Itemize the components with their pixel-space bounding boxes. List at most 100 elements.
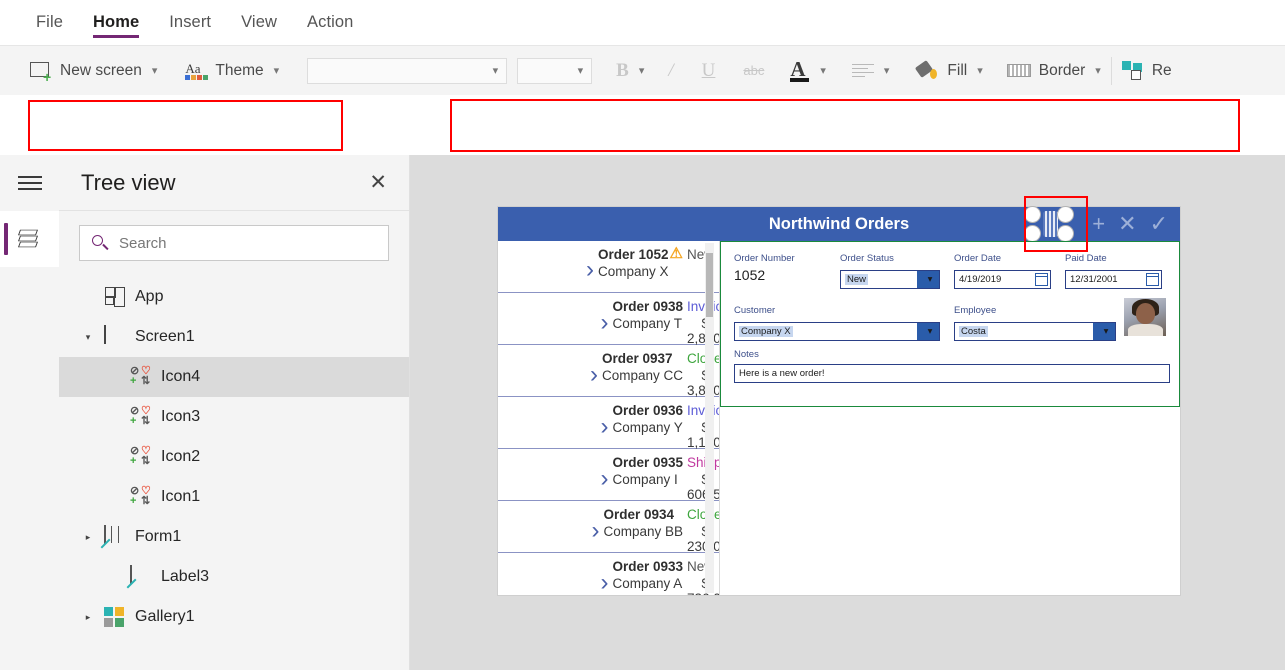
tree-node-icon1[interactable]: ⊘ ♡ + ⇅ Icon1 [59, 477, 409, 517]
tree-node-label: Icon3 [161, 408, 201, 425]
tree-node-gallery1[interactable]: ▸ Gallery1 [59, 597, 409, 637]
tree-node-label3[interactable]: Label3 [59, 557, 409, 597]
chevron-right-icon[interactable]: › [512, 257, 594, 282]
twisty-icon[interactable]: ▸ [81, 612, 95, 623]
theme-button[interactable]: Aa Theme ▾ [185, 61, 279, 81]
underline-button[interactable]: U [702, 60, 716, 82]
order-status-dropdown[interactable]: New ▾ [840, 270, 940, 289]
component-icon: ⊘ ♡ + ⇅ [130, 485, 151, 507]
app-canvas: Northwind Orders + ✕ ✓ Order 1052 ⚠ Compan… [410, 155, 1285, 670]
chevron-down-icon: ▾ [1095, 65, 1101, 77]
menu-item-action[interactable]: Action [307, 0, 353, 46]
new-screen-button[interactable]: + New screen ▾ [30, 61, 158, 84]
gallery-scrollbar-thumb[interactable] [706, 253, 713, 317]
gallery-company: Company CC [601, 368, 683, 383]
resize-handle-top-right[interactable] [1057, 206, 1074, 223]
tree-node-form1[interactable]: ▸ Form1 [59, 517, 409, 557]
menu-bar: File Home Insert View Action [0, 0, 1285, 46]
search-input[interactable]: Search [79, 225, 389, 261]
align-icon [851, 63, 874, 78]
customer-label: Customer [734, 305, 776, 316]
chevron-down-icon[interactable]: ▾ [274, 64, 280, 77]
font-size-select[interactable]: ▾ [517, 57, 593, 84]
theme-icon: Aa [185, 61, 209, 81]
notes-label: Notes [734, 349, 759, 360]
hamburger-icon [17, 172, 42, 193]
chevron-down-icon[interactable]: ▾ [917, 271, 939, 288]
tree-node-list: App ▾ Screen1 ⊘ ♡ + ⇅ Icon4 ⊘ ♡ + ⇅ Icon3 ⊘ ♡ + ⇅ Icon2 ⊘ ♡… [59, 273, 409, 637]
app-screen-preview: Northwind Orders + ✕ ✓ Order 1052 ⚠ Compan… [498, 206, 1180, 595]
strikethrough-button[interactable]: abc [743, 63, 764, 78]
close-icon[interactable]: ✕ [369, 172, 387, 193]
resize-handle-bottom-left[interactable] [1024, 225, 1041, 242]
gallery-row[interactable]: Order 0935Company IShipped$ 606.50› [498, 449, 719, 502]
menu-item-view[interactable]: View [241, 0, 277, 46]
font-family-select[interactable]: ▾ [307, 57, 508, 84]
employee-dropdown[interactable]: Costa ▾ [954, 322, 1116, 341]
chevron-right-icon[interactable]: › [512, 466, 608, 491]
gallery-row[interactable]: Order 0936Company YInvoiced$ 1,170.00› [498, 397, 719, 450]
formula-bar: DisplayMode ▾ = fx ▾ If( Form1.Mode = Fo… [0, 95, 1285, 239]
component-icon: ⊘ ♡ + ⇅ [130, 365, 151, 387]
paid-date-input[interactable]: 12/31/2001 [1065, 270, 1162, 289]
menu-item-file[interactable]: File [36, 0, 63, 46]
gallery-order-id: Order 0935 [612, 455, 683, 470]
customer-dropdown[interactable]: Company X ▾ [734, 322, 940, 341]
cancel-icon[interactable]: ✕ [1118, 213, 1136, 235]
italic-button[interactable]: / [668, 60, 673, 82]
paid-date-value: 12/31/2001 [1070, 274, 1118, 285]
add-icon[interactable]: + [1092, 213, 1105, 235]
tree-node-icon3[interactable]: ⊘ ♡ + ⇅ Icon3 [59, 397, 409, 437]
tree-node-label: Gallery1 [135, 608, 195, 625]
chevron-right-icon[interactable]: › [512, 310, 608, 335]
menu-item-insert[interactable]: Insert [169, 0, 211, 46]
chevron-down-icon[interactable]: ▾ [917, 323, 939, 340]
gallery-row[interactable]: Order 0937Company CCClosed$ 3,810.00› [498, 345, 719, 398]
order-form-panel: Order Number 1052 Order Status New ▾ Ord… [720, 241, 1180, 595]
order-date-input[interactable]: 4/19/2019 [954, 270, 1051, 289]
tree-view-title: Tree view [81, 169, 176, 195]
resize-handle-bottom-right[interactable] [1057, 225, 1074, 242]
chevron-down-icon[interactable]: ▾ [152, 64, 158, 77]
gallery-row[interactable]: Order 0934Company BBClosed$ 230.00› [498, 501, 719, 554]
employee-value: Costa [959, 326, 988, 337]
fill-button[interactable]: Fill ▾ [915, 59, 983, 82]
tree-node-icon2[interactable]: ⊘ ♡ + ⇅ Icon2 [59, 437, 409, 477]
rail-item-tree-view[interactable] [0, 211, 59, 267]
calendar-icon[interactable] [1146, 273, 1159, 286]
border-button[interactable]: Border ▾ [1006, 62, 1101, 80]
tree-node-label: App [135, 288, 164, 305]
menu-item-home[interactable]: Home [93, 0, 140, 46]
gallery-row[interactable]: Order 0938Company TInvoiced$ 2,870.00› [498, 293, 719, 346]
chevron-right-icon[interactable]: › [512, 414, 608, 439]
gallery-row[interactable]: Order 1052 ⚠ Company X New › [498, 241, 719, 293]
gallery-row[interactable]: Order 0933Company ANew$ 736.00› [498, 553, 719, 595]
chevron-down-icon: ▾ [577, 65, 584, 77]
fill-bucket-icon [915, 59, 939, 82]
app-icon [104, 286, 126, 308]
chevron-down-icon[interactable]: ▾ [1093, 323, 1115, 340]
chevron-right-icon[interactable]: › [512, 362, 598, 387]
align-button[interactable]: ▾ [851, 63, 889, 78]
bold-button[interactable]: B ▾ [616, 60, 644, 82]
tree-node-icon4[interactable]: ⊘ ♡ + ⇅ Icon4 [59, 357, 409, 397]
gallery-scrollbar[interactable] [705, 243, 714, 593]
field-notes: Notes Here is a new order! [734, 349, 1170, 383]
resize-handle-top-left[interactable] [1024, 206, 1041, 223]
tree-node-screen1[interactable]: ▾ Screen1 [59, 317, 409, 357]
calendar-icon[interactable] [1035, 273, 1048, 286]
new-screen-label: New screen [60, 61, 142, 79]
field-order-number: Order Number 1052 [734, 253, 826, 289]
chevron-right-icon[interactable]: › [512, 518, 599, 543]
orders-gallery[interactable]: Order 1052 ⚠ Company X New › Order 0938 Compan… [498, 241, 720, 595]
hamburger-menu-button[interactable] [0, 155, 59, 211]
reorder-button[interactable]: Re [1121, 60, 1172, 81]
selected-icon4-handles[interactable] [1022, 206, 1084, 242]
notes-input[interactable]: Here is a new order! [734, 364, 1170, 383]
font-color-button[interactable]: A ▾ [790, 57, 826, 83]
save-check-icon[interactable]: ✓ [1150, 213, 1168, 235]
chevron-right-icon[interactable]: › [512, 570, 608, 595]
tree-node-app[interactable]: App [59, 277, 409, 317]
twisty-icon[interactable]: ▾ [81, 332, 95, 343]
twisty-icon[interactable]: ▸ [81, 532, 95, 543]
